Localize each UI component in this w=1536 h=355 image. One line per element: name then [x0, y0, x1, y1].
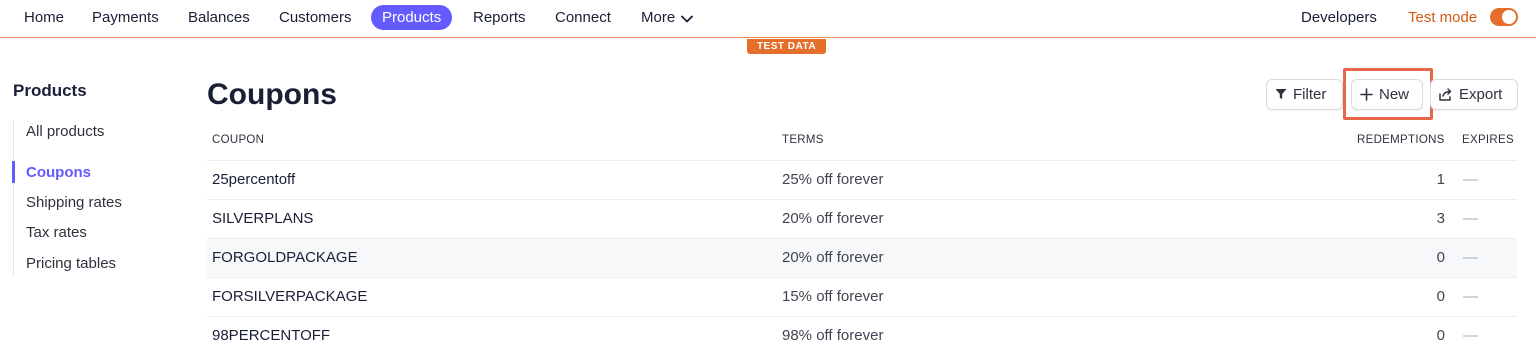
nav-customers[interactable]: Customers [268, 5, 363, 30]
coupon-redemptions: 0 [1436, 288, 1445, 305]
nav-reports[interactable]: Reports [462, 5, 537, 30]
nav-home[interactable]: Home [13, 5, 75, 30]
page-title: Coupons [207, 78, 337, 111]
sidebar-item-all-products[interactable]: All products [26, 123, 104, 140]
coupon-name: FORGOLDPACKAGE [212, 249, 358, 266]
nav-more[interactable]: More [630, 5, 704, 30]
filter-button[interactable]: Filter [1266, 79, 1343, 110]
coupon-expires: — [1463, 210, 1478, 227]
test-mode-toggle[interactable] [1490, 8, 1518, 26]
test-mode-label: Test mode [1408, 9, 1478, 26]
coupon-terms: 20% off forever [782, 210, 884, 227]
nav-payments[interactable]: Payments [81, 5, 170, 30]
filter-icon [1275, 86, 1293, 103]
export-icon [1439, 86, 1459, 103]
coupon-name: 25percentoff [212, 171, 296, 188]
table-row[interactable]: FORGOLDPACKAGE 20% off forever 0 — [207, 238, 1517, 277]
coupon-terms: 98% off forever [782, 327, 884, 344]
sidebar-item-shipping-rates[interactable]: Shipping rates [26, 194, 122, 211]
table-row[interactable]: FORSILVERPACKAGE 15% off forever 0 — [207, 277, 1517, 316]
coupon-redemptions: 0 [1436, 327, 1445, 344]
coupon-terms: 20% off forever [782, 249, 884, 266]
coupon-name: SILVERPLANS [212, 210, 314, 227]
filter-label: Filter [1293, 86, 1327, 103]
sidebar-item-coupons[interactable]: Coupons [26, 164, 91, 181]
coupon-expires: — [1463, 249, 1478, 266]
nav-balances[interactable]: Balances [177, 5, 261, 30]
coupon-expires: — [1463, 288, 1478, 305]
sidebar-title: Products [13, 81, 87, 100]
nav-products[interactable]: Products [371, 5, 453, 30]
column-header-redemptions[interactable]: REDEMPTIONS [1357, 134, 1445, 146]
table-row[interactable]: 98PERCENTOFF 98% off forever 0 — [207, 316, 1517, 355]
coupon-redemptions: 1 [1436, 171, 1445, 188]
sidebar-active-indicator [12, 161, 15, 183]
coupon-name: FORSILVERPACKAGE [212, 288, 368, 305]
top-nav: Home Payments Balances Customers Product… [0, 0, 1536, 38]
table-row[interactable]: 25percentoff 25% off forever 1 — [207, 160, 1517, 199]
coupon-redemptions: 0 [1436, 249, 1445, 266]
export-button[interactable]: Export [1430, 79, 1518, 110]
new-button-highlight [1343, 68, 1433, 120]
developers-link[interactable]: Developers [1290, 5, 1388, 30]
coupon-expires: — [1463, 327, 1478, 344]
chevron-down-icon [681, 6, 694, 31]
column-header-expires[interactable]: EXPIRES [1462, 134, 1514, 146]
coupon-expires: — [1463, 171, 1478, 188]
column-header-coupon[interactable]: COUPON [212, 134, 264, 146]
coupon-terms: 25% off forever [782, 171, 884, 188]
sidebar-item-pricing-tables[interactable]: Pricing tables [26, 255, 116, 272]
coupon-name: 98PERCENTOFF [212, 327, 331, 344]
nav-more-label: More [641, 9, 676, 26]
test-data-badge: TEST DATA [747, 39, 826, 54]
toggle-knob [1502, 10, 1516, 24]
export-label: Export [1459, 86, 1503, 103]
sidebar-item-tax-rates[interactable]: Tax rates [26, 224, 87, 241]
column-header-terms[interactable]: TERMS [782, 134, 824, 146]
table-row[interactable]: SILVERPLANS 20% off forever 3 — [207, 199, 1517, 238]
coupon-redemptions: 3 [1436, 210, 1445, 227]
coupon-terms: 15% off forever [782, 288, 884, 305]
sidebar-divider [13, 120, 14, 276]
nav-connect[interactable]: Connect [544, 5, 622, 30]
